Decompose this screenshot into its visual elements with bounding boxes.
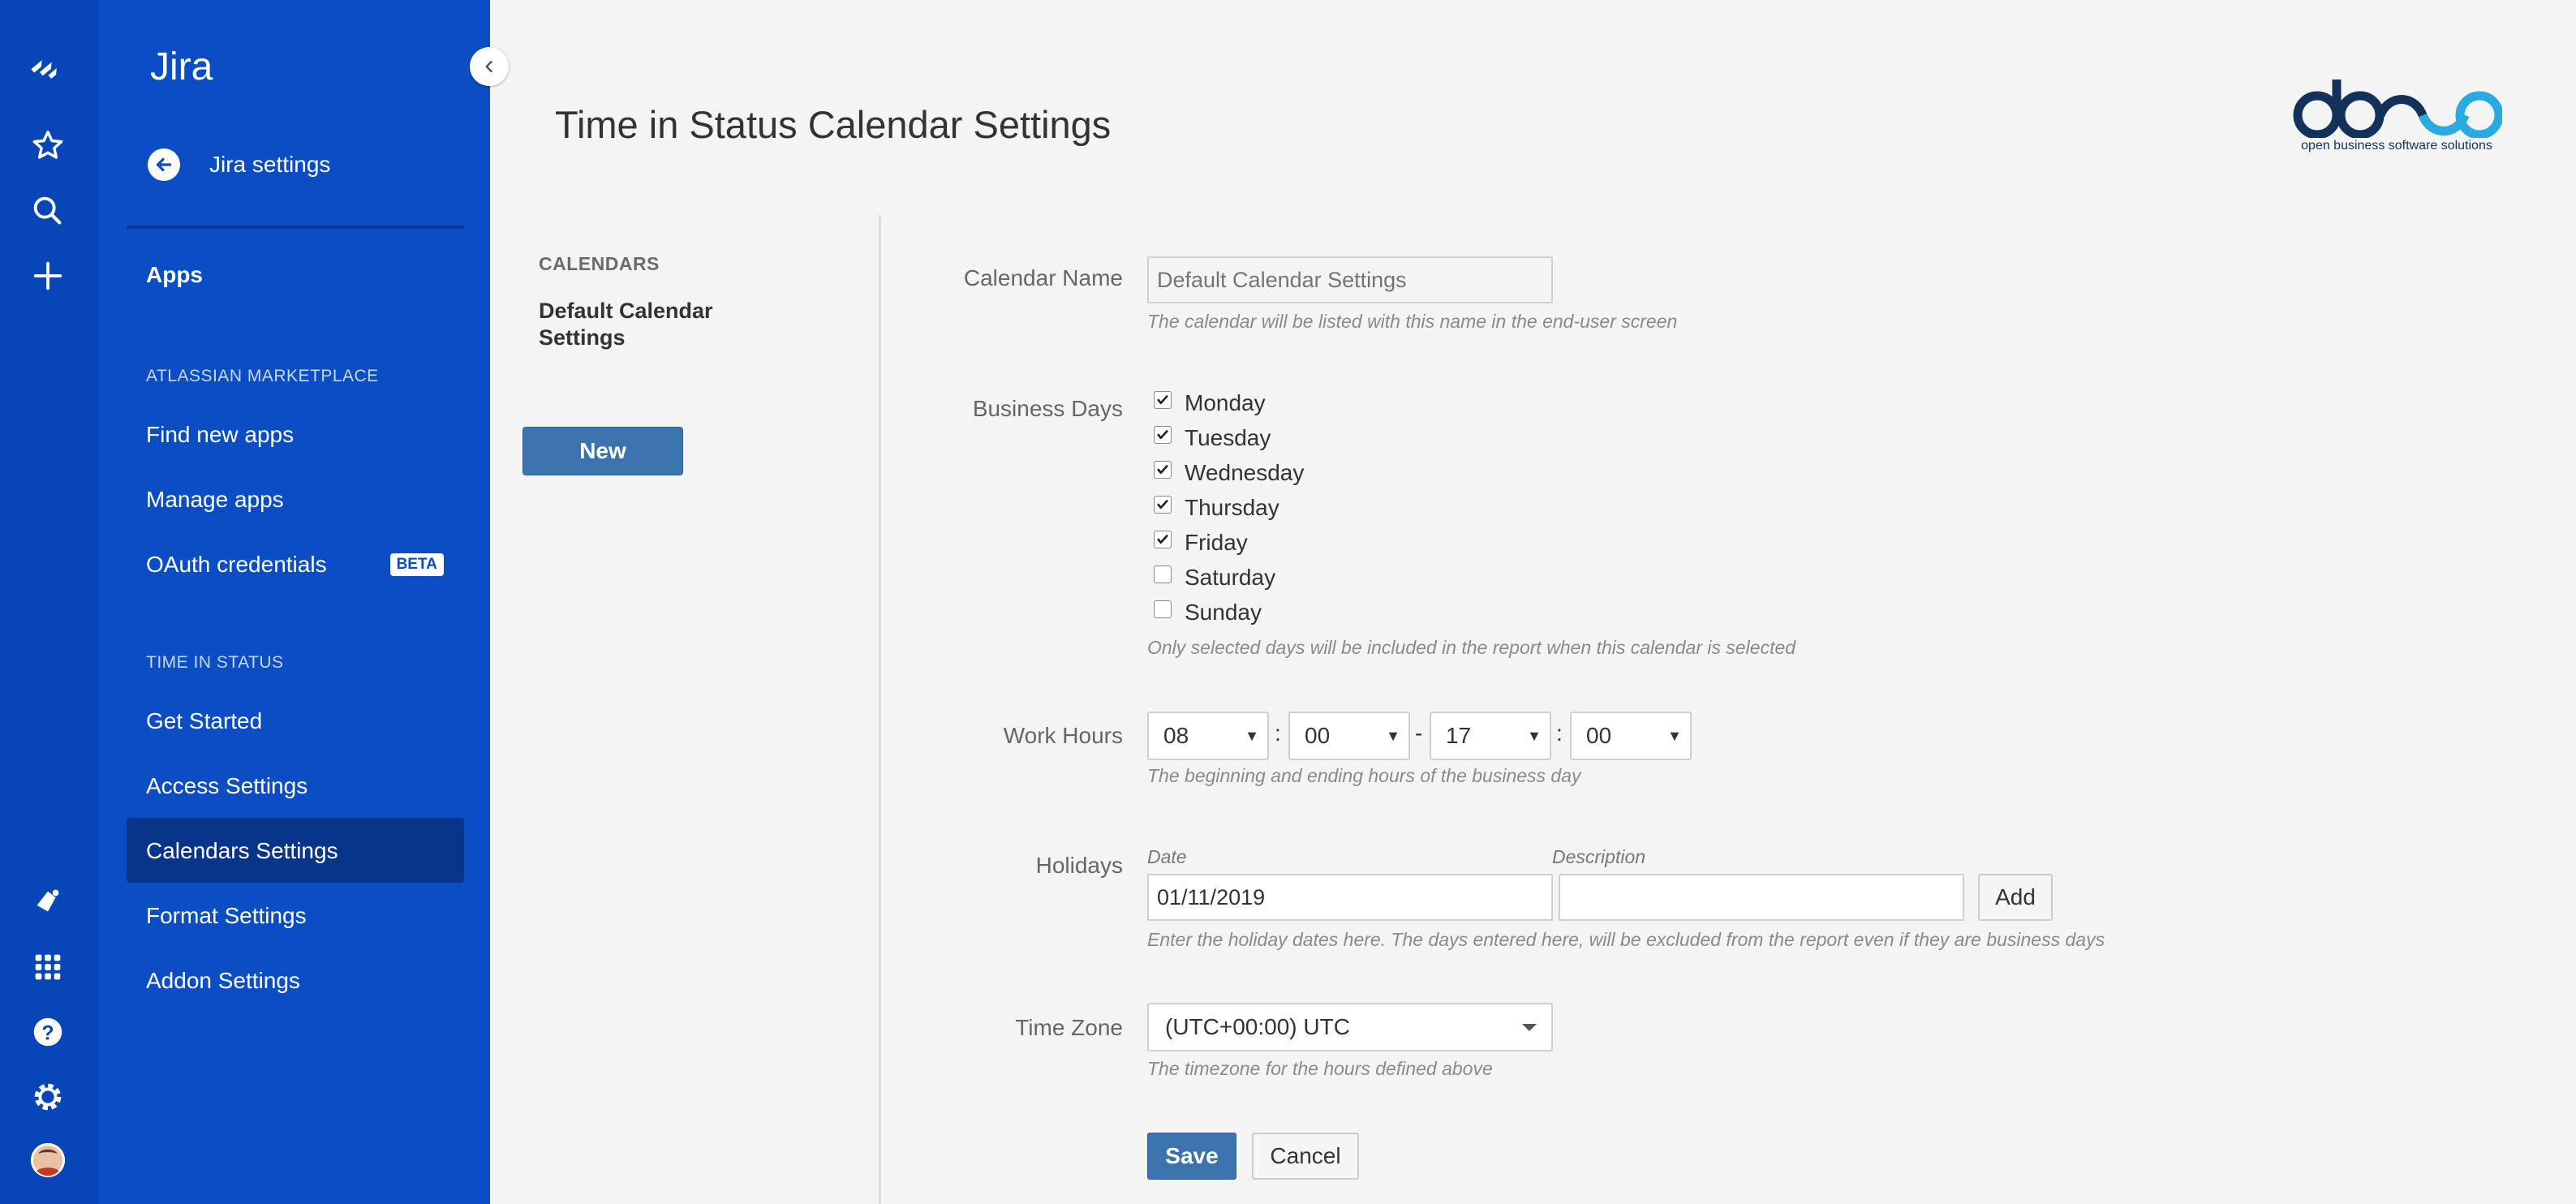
business-day-label: Tuesday	[1185, 425, 1271, 450]
end-hour-value: 17	[1446, 723, 1472, 748]
business-day-label: Friday	[1185, 530, 1248, 555]
global-navigation: ?	[0, 0, 99, 1204]
sidebar-divider	[127, 226, 464, 229]
add-holiday-button[interactable]: Add	[1978, 874, 2053, 921]
holiday-date-label: Date	[1147, 846, 1187, 867]
app-switcher-icon[interactable]	[25, 944, 71, 990]
business-days-hint: Only selected days will be included in t…	[1147, 637, 1796, 658]
start-hour-value: 08	[1163, 723, 1189, 748]
beta-badge: BETA	[389, 553, 444, 576]
sidebar-heading-marketplace: ATLASSIAN MARKETPLACE	[146, 367, 379, 385]
calendar-list-item[interactable]: Default Calendar Settings	[539, 298, 750, 351]
checkbox-checked[interactable]	[1154, 391, 1172, 409]
end-hour-select[interactable]: 17 ▼	[1430, 712, 1551, 760]
time-zone-value: (UTC+00:00) UTC	[1165, 1014, 1350, 1039]
calendars-heading: CALENDARS	[539, 253, 660, 274]
star-icon[interactable]	[25, 123, 71, 169]
sidebar-item-calendars-settings[interactable]: Calendars Settings	[146, 838, 338, 864]
business-day-thursday[interactable]: Thursday	[1154, 495, 1279, 521]
work-hours-hint: The beginning and ending hours of the bu…	[1147, 765, 1581, 786]
sidebar-heading-time-in-status: TIME IN STATUS	[146, 653, 284, 672]
sidebar-item-label: OAuth credentials	[146, 552, 327, 577]
business-day-label: Thursday	[1185, 495, 1279, 520]
business-day-monday[interactable]: Monday	[1154, 390, 1266, 416]
sidebar-item-addon-settings[interactable]: Addon Settings	[146, 968, 300, 994]
business-day-label: Sunday	[1185, 600, 1262, 625]
time-zone-hint: The timezone for the hours defined above	[1147, 1058, 1493, 1079]
dropdown-arrow-icon: ▼	[1667, 728, 1682, 744]
time-zone-select[interactable]: (UTC+00:00) UTC	[1147, 1003, 1553, 1051]
time-colon: :	[1275, 720, 1281, 746]
dropdown-arrow-icon: ▼	[1245, 728, 1259, 744]
business-day-label: Saturday	[1185, 565, 1276, 590]
holiday-description-input[interactable]	[1559, 874, 1964, 921]
page-title: Time in Status Calendar Settings	[555, 103, 1112, 146]
time-dash: -	[1415, 720, 1423, 746]
avatar[interactable]	[25, 1137, 71, 1183]
calendar-name-label: Calendar Name	[963, 265, 1123, 290]
sidebar: Jira Jira settings Apps ATLASSIAN MARKET…	[99, 0, 490, 1204]
work-hours-label: Work Hours	[1003, 723, 1123, 748]
holiday-date-input[interactable]	[1147, 874, 1553, 921]
holidays-label: Holidays	[1035, 853, 1123, 878]
business-day-sunday[interactable]: Sunday	[1154, 600, 1262, 626]
save-button[interactable]: Save	[1147, 1133, 1236, 1180]
end-minute-value: 00	[1586, 723, 1612, 748]
start-minute-select[interactable]: 00 ▼	[1288, 712, 1410, 760]
notification-icon[interactable]	[25, 879, 71, 925]
business-day-wednesday[interactable]: Wednesday	[1154, 460, 1304, 486]
chevron-left-icon	[485, 60, 492, 73]
start-hour-select[interactable]: 08 ▼	[1147, 712, 1269, 760]
time-zone-label: Time Zone	[1015, 1015, 1123, 1040]
sidebar-back-label: Jira settings	[209, 152, 331, 177]
business-day-friday[interactable]: Friday	[1154, 530, 1248, 556]
checkbox-checked[interactable]	[1154, 531, 1172, 548]
business-day-saturday[interactable]: Saturday	[1154, 565, 1275, 591]
dropdown-arrow-icon: ▼	[1386, 728, 1400, 744]
checkbox-checked[interactable]	[1154, 461, 1172, 479]
business-day-label: Monday	[1185, 390, 1266, 415]
sidebar-back-link[interactable]: Jira settings	[148, 148, 330, 181]
sidebar-item-format-settings[interactable]: Format Settings	[146, 903, 307, 929]
business-day-tuesday[interactable]: Tuesday	[1154, 425, 1271, 451]
sidebar-item-manage-apps[interactable]: Manage apps	[146, 487, 284, 513]
plus-icon[interactable]	[25, 253, 71, 299]
business-days-label: Business Days	[972, 396, 1123, 421]
business-day-label: Wednesday	[1185, 460, 1305, 485]
help-icon[interactable]: ?	[25, 1009, 71, 1055]
sidebar-item-get-started[interactable]: Get Started	[146, 708, 262, 734]
start-minute-value: 00	[1305, 723, 1331, 748]
gear-icon[interactable]	[25, 1074, 71, 1120]
svg-text:?: ?	[41, 1022, 54, 1045]
back-arrow-icon	[148, 148, 180, 181]
checkbox-checked[interactable]	[1154, 496, 1172, 514]
search-icon[interactable]	[25, 188, 71, 234]
dropdown-arrow-icon: ▼	[1527, 728, 1542, 744]
holiday-description-label: Description	[1552, 846, 1646, 867]
end-minute-select[interactable]: 00 ▼	[1570, 712, 1692, 760]
sidebar-item-oauth-credentials[interactable]: OAuth credentials BETA	[146, 552, 444, 578]
logo-caption: open business software solutions	[2301, 139, 2492, 153]
calendar-name-hint: The calendar will be listed with this na…	[1147, 311, 1678, 332]
time-colon: :	[1556, 720, 1563, 746]
sidebar-title: Jira	[150, 45, 213, 88]
new-calendar-button[interactable]: New	[523, 427, 683, 475]
cancel-button[interactable]: Cancel	[1252, 1133, 1359, 1180]
holidays-hint: Enter the holiday dates here. The days e…	[1147, 929, 2105, 950]
panel-divider	[879, 215, 881, 1204]
checkbox-unchecked[interactable]	[1154, 600, 1172, 618]
checkbox-checked[interactable]	[1154, 426, 1172, 444]
caret-down-icon	[1522, 1024, 1537, 1031]
sidebar-item-access-settings[interactable]: Access Settings	[146, 773, 307, 799]
checkbox-unchecked[interactable]	[1154, 565, 1172, 583]
jira-logo-icon[interactable]	[25, 45, 71, 90]
collapse-sidebar-button[interactable]	[470, 47, 509, 86]
calendar-name-input[interactable]	[1147, 256, 1553, 303]
obss-logo: open business software solutions	[2291, 73, 2504, 153]
sidebar-item-find-new-apps[interactable]: Find new apps	[146, 422, 294, 448]
sidebar-item-apps[interactable]: Apps	[146, 262, 203, 288]
